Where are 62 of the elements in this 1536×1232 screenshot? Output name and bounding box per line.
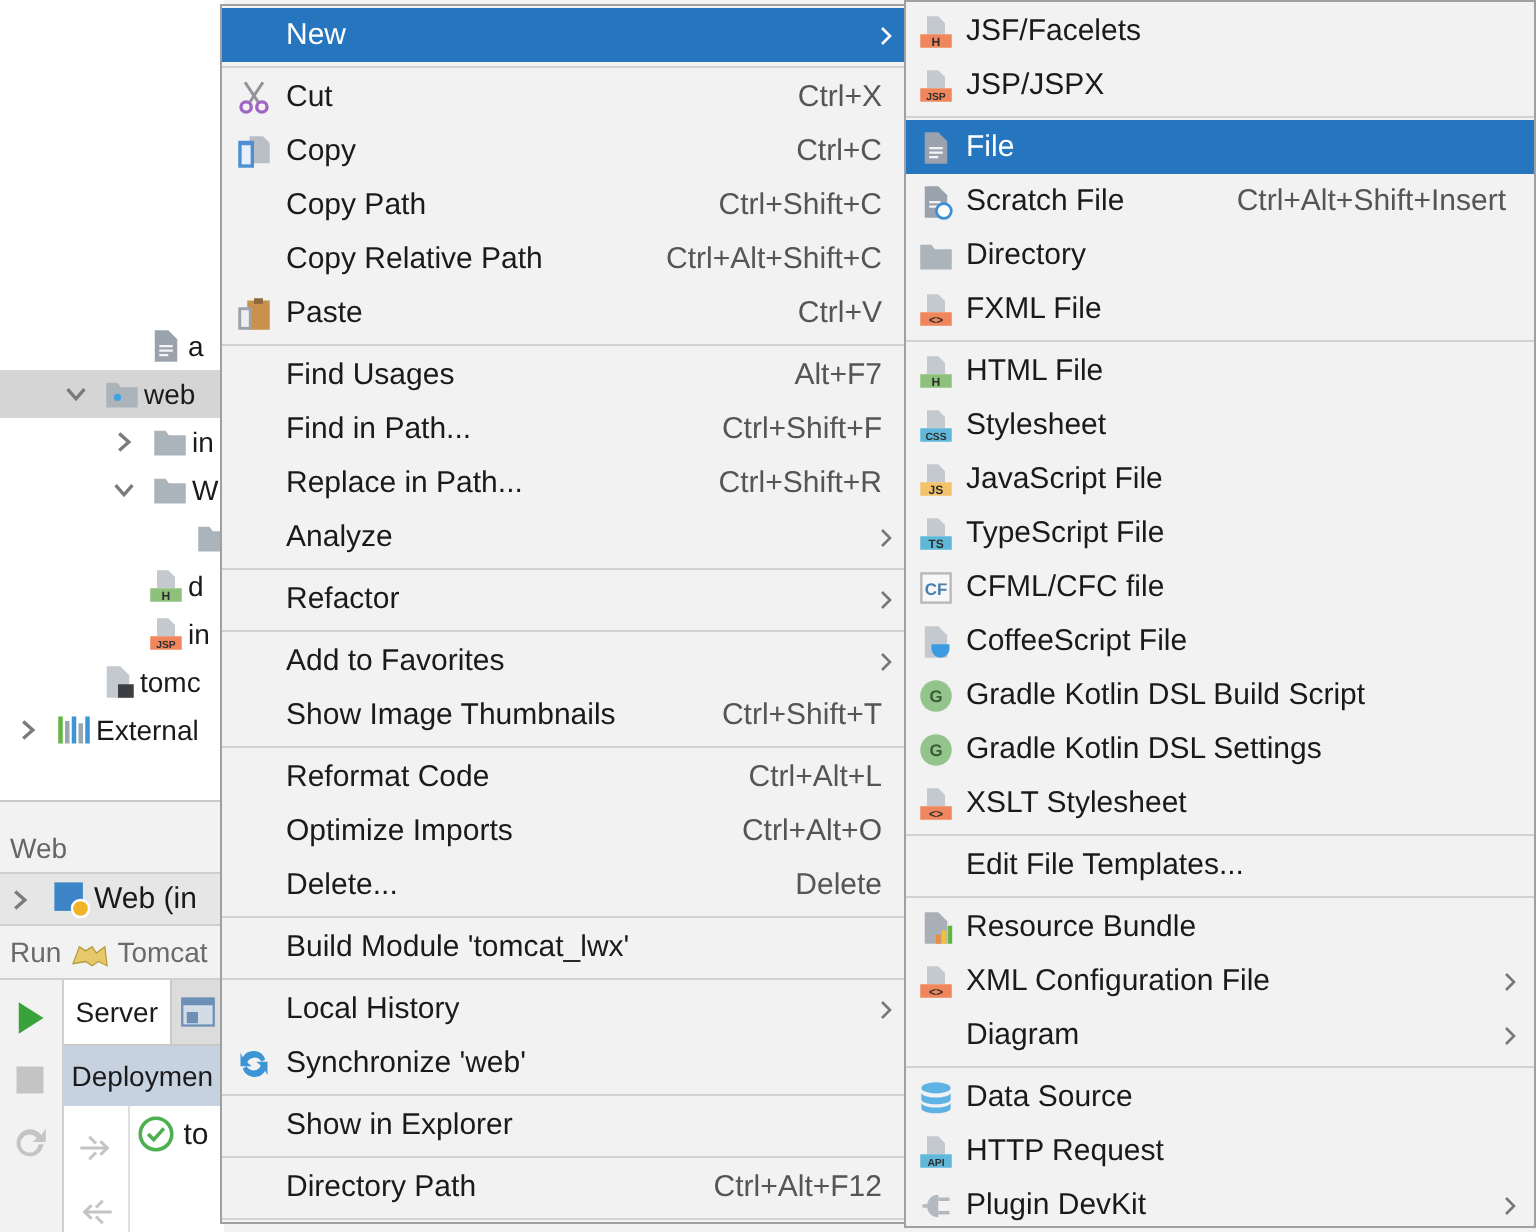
tree-item[interactable]: W — [0, 466, 224, 514]
shortcut-text: Ctrl+Alt+L — [748, 760, 882, 794]
menu-item[interactable]: Directory — [906, 228, 1534, 282]
menu-item[interactable]: CoffeeScript File — [906, 614, 1534, 668]
shortcut-text: Ctrl+Shift+R — [718, 466, 882, 500]
menu-item[interactable]: Find in Path... Ctrl+Shift+F — [222, 402, 906, 456]
menu-item[interactable]: Edit File Templates... — [906, 838, 1534, 892]
menu-item[interactable]: Resource Bundle — [906, 900, 1534, 954]
menu-item[interactable]: Optimize Imports Ctrl+Alt+O — [222, 804, 906, 858]
tree-item[interactable]: web — [0, 370, 224, 418]
menu-item[interactable]: Refactor — [222, 572, 906, 626]
tree-item[interactable]: Web (in — [0, 874, 224, 926]
menu-item[interactable]: G Gradle Kotlin DSL Settings — [906, 722, 1534, 776]
menu-item[interactable]: File — [906, 120, 1534, 174]
menu-item[interactable]: Paste Ctrl+V — [222, 286, 906, 340]
menu-item[interactable]: Local History — [222, 982, 906, 1036]
menu-item[interactable]: Show in Explorer — [222, 1098, 906, 1152]
tab[interactable]: Server — [63, 980, 170, 1044]
shortcut-text: Ctrl+Alt+Shift+Insert — [1236, 184, 1506, 218]
menu-item[interactable]: Add to Favorites — [222, 634, 906, 688]
tree-item[interactable]: External — [0, 706, 224, 754]
shortcut-text: Ctrl+Alt+F12 — [713, 1170, 882, 1204]
shortcut-text: Ctrl+Shift+F — [721, 412, 882, 446]
menu-item[interactable]: Build Module 'tomcat_lwx' — [222, 920, 906, 974]
gradle-icon: G — [918, 731, 954, 767]
shortcut-text: Ctrl+Shift+T — [721, 698, 882, 732]
tree-item[interactable]: tomc — [0, 658, 224, 706]
shortcut-text: Ctrl+X — [797, 80, 882, 114]
menu-item[interactable]: Scratch File Ctrl+Alt+Shift+Insert — [906, 174, 1534, 228]
deployment-name: to — [183, 1117, 209, 1151]
shortcut-text: Ctrl+Alt+O — [741, 814, 882, 848]
shortcut-text: Ctrl+V — [797, 296, 882, 330]
shortcut-text: Ctrl+Alt+Shift+C — [666, 242, 882, 276]
menu-item[interactable]: G Gradle Kotlin DSL Build Script — [906, 668, 1534, 722]
menu-item[interactable]: Reformat Code Ctrl+Alt+L — [222, 750, 906, 804]
cf-file-icon: CF — [918, 569, 954, 605]
menu-item[interactable]: Copy Ctrl+C — [222, 124, 906, 178]
gradle-icon: G — [918, 677, 954, 713]
menu-item[interactable]: Directory Path Ctrl+Alt+F12 — [222, 1160, 906, 1214]
menu-item[interactable]: Find Usages Alt+F7 — [222, 348, 906, 402]
menu-item[interactable]: Data Source — [906, 1070, 1534, 1124]
menu-item[interactable]: New — [222, 8, 906, 62]
tree-item[interactable]: in — [0, 418, 224, 466]
menu-item[interactable]: Analyze — [222, 510, 906, 564]
panel-title: Run — [10, 936, 62, 968]
menu-item[interactable]: Replace in Path... Ctrl+Shift+R — [222, 456, 906, 510]
menu-item[interactable]: Plugin DevKit — [906, 1178, 1534, 1232]
menu-item[interactable]: Show Image Thumbnails Ctrl+Shift+T — [222, 688, 906, 742]
shortcut-text: Alt+F7 — [794, 358, 882, 392]
tree-item[interactable]: a — [0, 322, 224, 370]
shortcut-text: Delete — [795, 868, 882, 902]
menu-item[interactable]: Synchronize 'web' — [222, 1036, 906, 1090]
menu-item[interactable]: CF CFML/CFC file — [906, 560, 1534, 614]
menu-item[interactable]: Copy Relative Path Ctrl+Alt+Shift+C — [222, 232, 906, 286]
column-header: Deploymen — [63, 1046, 224, 1106]
menu-item[interactable]: Copy Path Ctrl+Shift+C — [222, 178, 906, 232]
menu-item[interactable]: Cut Ctrl+X — [222, 70, 906, 124]
shortcut-text: Ctrl+C — [796, 134, 882, 168]
menu-item[interactable]: Diagram — [906, 1008, 1534, 1062]
menu-item[interactable]: Delete... Delete — [222, 858, 906, 912]
run-config-name: Tomcat — [117, 936, 208, 968]
shortcut-text: Ctrl+Shift+C — [718, 188, 882, 222]
